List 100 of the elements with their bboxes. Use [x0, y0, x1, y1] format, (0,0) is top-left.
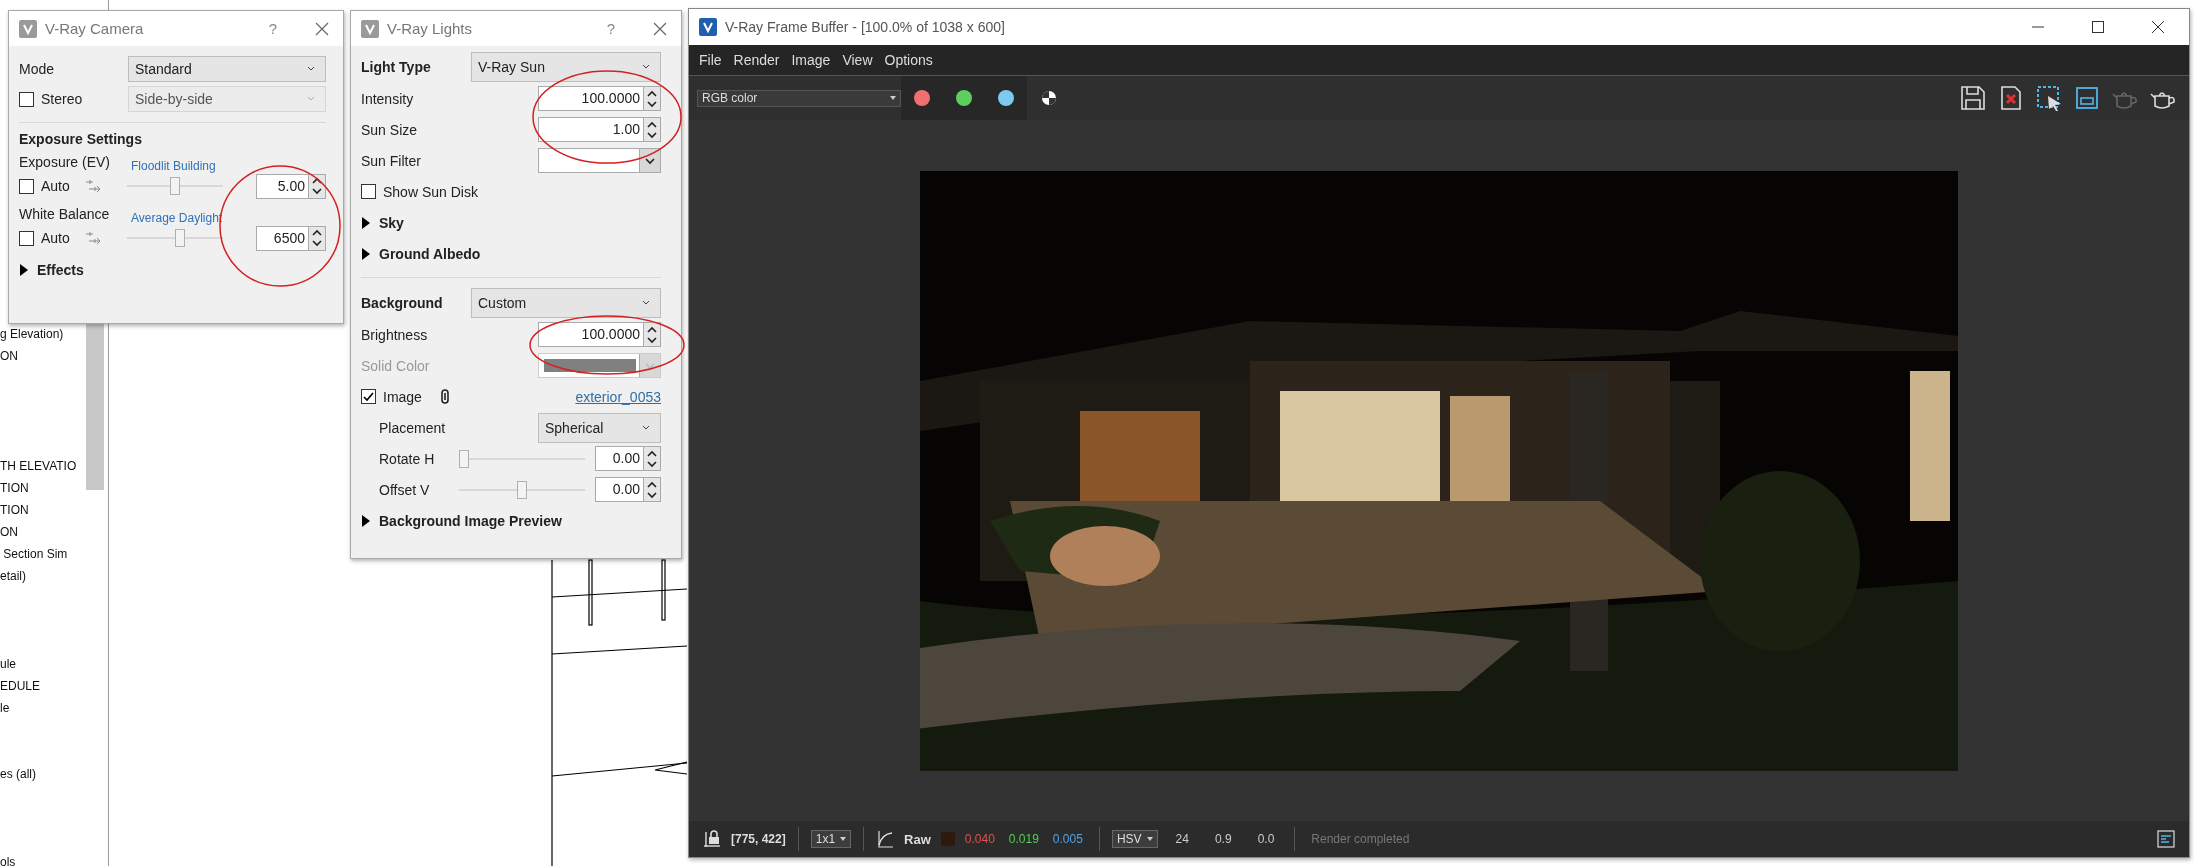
logo-icon — [19, 19, 37, 38]
curve-icon[interactable] — [876, 830, 895, 848]
browser-item[interactable]: TH ELEVATIO — [0, 455, 86, 477]
checkbox[interactable] — [19, 230, 34, 246]
hsv-value: 0.9 — [1214, 832, 1232, 846]
channel-dropdown[interactable]: RGB color — [697, 89, 901, 107]
browser-item[interactable]: Section Sim — [0, 543, 86, 565]
menu-item[interactable]: Render — [733, 52, 780, 68]
close-icon[interactable] — [653, 21, 667, 36]
channel-toggle[interactable] — [956, 90, 972, 106]
pixel-coordinates: [775, 422] — [731, 832, 786, 846]
value-spinner[interactable]: 100.0000 — [538, 322, 661, 347]
field-label: Intensity — [361, 90, 414, 107]
dropdown[interactable]: V-Ray Sun — [471, 51, 661, 82]
arrows-icon[interactable] — [84, 179, 103, 193]
expand-arrow-icon — [19, 264, 29, 276]
checkbox[interactable] — [361, 184, 376, 199]
caret-icon — [890, 96, 896, 100]
slider-thumb[interactable] — [459, 449, 469, 468]
browser-item[interactable]: EDULE — [0, 675, 86, 697]
value-spinner[interactable]: 5.00 — [256, 173, 326, 199]
combo-box[interactable] — [538, 148, 661, 173]
browser-item[interactable]: ols — [0, 851, 86, 866]
dropdown[interactable]: Spherical — [538, 412, 661, 443]
checkbox-label: Stereo — [41, 91, 83, 107]
expand-arrow-icon — [361, 247, 371, 260]
caret-icon — [1146, 837, 1153, 841]
channel-toggle[interactable] — [998, 90, 1014, 106]
value-spinner[interactable]: 1.00 — [538, 117, 661, 142]
menu-item[interactable]: File — [699, 52, 722, 68]
field-label: Rotate H — [379, 450, 436, 467]
logo-icon — [361, 19, 379, 38]
window-title: V-Ray Frame Buffer - [100.0% of 1038 x 600] — [725, 19, 1006, 35]
field-label: Sun Filter — [361, 152, 421, 169]
contrast-icon[interactable] — [1041, 90, 1057, 106]
value-spinner[interactable]: 6500 — [256, 225, 326, 251]
preset-link[interactable]: Floodlit Building — [121, 159, 326, 173]
setting-label: White Balance — [19, 206, 111, 222]
checkbox[interactable] — [19, 178, 34, 194]
logo-icon — [699, 18, 717, 36]
hsv-value: 0.0 — [1257, 832, 1275, 846]
browser-item[interactable]: ON — [0, 345, 86, 367]
caret-icon — [307, 96, 315, 102]
browser-item[interactable]: ON — [0, 521, 86, 543]
value-spinner[interactable]: 0.00 — [595, 477, 661, 502]
status-message: Render completed — [1311, 832, 1410, 846]
channel-value: 0.040 — [964, 832, 995, 846]
section-expander[interactable]: Sky — [361, 207, 404, 238]
lock-icon[interactable] — [703, 830, 721, 848]
menu-item[interactable]: Options — [884, 52, 933, 68]
effects-expander[interactable]: Effects — [19, 255, 326, 285]
file-link[interactable]: exterior_0053 — [575, 388, 661, 405]
browser-item[interactable]: ule — [0, 653, 86, 675]
channel-toggle[interactable] — [914, 90, 930, 106]
close-icon[interactable] — [2151, 20, 2165, 34]
section-label: Light Type — [361, 58, 431, 75]
section-expander[interactable]: Ground Albedo — [361, 238, 481, 269]
window-title: V-Ray Lights — [387, 20, 474, 37]
field-label: Brightness — [361, 326, 428, 343]
browser-item[interactable]: TION — [0, 499, 86, 521]
checkbox[interactable] — [361, 389, 376, 404]
browser-item[interactable]: etail) — [0, 565, 86, 587]
hsv-value: 24 — [1175, 832, 1189, 846]
maximize-icon[interactable] — [2091, 20, 2105, 34]
value-spinner[interactable]: 100.0000 — [538, 86, 661, 111]
color-swatch[interactable] — [538, 353, 661, 378]
help-button[interactable]: ? — [268, 20, 277, 37]
value-spinner[interactable]: 0.00 — [595, 446, 661, 471]
zoom-dropdown[interactable]: 1x1 — [810, 830, 852, 848]
caret-icon — [307, 66, 315, 72]
browser-item[interactable]: le — [0, 697, 86, 719]
save-icon[interactable] — [1959, 84, 1987, 112]
frame-icon[interactable] — [2073, 84, 2101, 112]
setting-label: Exposure (EV) — [19, 154, 112, 170]
browser-item[interactable]: g Elevation) — [0, 323, 86, 345]
arrows-icon[interactable] — [84, 231, 103, 245]
chain-icon[interactable] — [440, 389, 449, 404]
menu-item[interactable]: View — [842, 52, 873, 68]
slider-thumb[interactable] — [170, 177, 180, 195]
scrollbar[interactable] — [86, 323, 104, 490]
browser-item[interactable]: TION — [0, 477, 86, 499]
field-label: Offset V — [379, 481, 431, 498]
panel-icon[interactable] — [2157, 830, 2175, 848]
slider-thumb[interactable] — [175, 229, 186, 247]
section-label: Background — [361, 294, 443, 311]
field-label: Solid Color — [361, 357, 430, 374]
close-icon[interactable] — [315, 21, 329, 36]
channel-value: 0.005 — [1052, 832, 1083, 846]
menu-item[interactable]: Image — [791, 52, 831, 68]
color-space-dropdown[interactable]: HSV — [1111, 830, 1158, 848]
slider-thumb[interactable] — [517, 480, 527, 499]
selection-cursor-icon[interactable] — [2035, 84, 2063, 112]
browser-item[interactable]: es (all) — [0, 763, 86, 785]
caret-icon — [642, 424, 650, 431]
help-button[interactable]: ? — [606, 20, 615, 37]
mode-dropdown[interactable]: Standard — [128, 56, 326, 82]
channel-value: 0.019 — [1008, 832, 1039, 846]
dropdown[interactable]: Custom — [471, 287, 661, 318]
checkbox[interactable] — [19, 91, 34, 107]
section-expander[interactable]: Background Image Preview — [361, 505, 562, 536]
